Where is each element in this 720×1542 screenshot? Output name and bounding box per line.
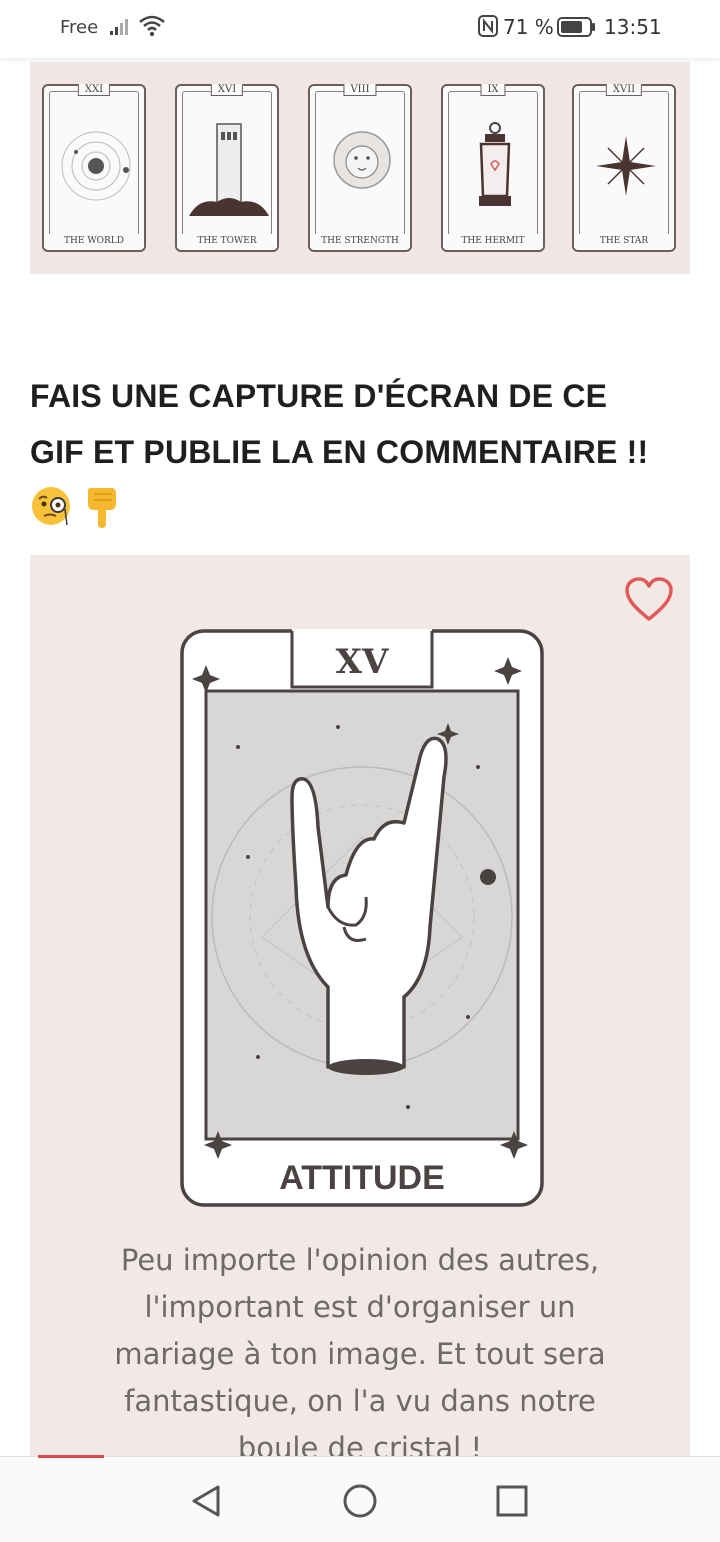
pointing-down-icon <box>82 484 122 533</box>
star-icon <box>596 136 656 196</box>
status-bar: Free 71 % 13:51 <box>0 0 720 58</box>
scroll-accent-bar <box>38 1455 104 1458</box>
tower-icon <box>189 123 269 216</box>
planet-icon <box>61 131 131 201</box>
headline-line-2: GIF ET PUBLIE LA EN COMMENTAIRE !! <box>30 434 649 470</box>
system-nav-bar <box>0 1455 720 1542</box>
lantern-icon <box>479 122 511 206</box>
tarot-card-star: XVII THE STAR <box>572 84 676 252</box>
description-line: fantastique, on l'a vu dans notre <box>124 1384 596 1418</box>
headline: FAIS UNE CAPTURE D'ÉCRAN DE CE GIF ET PU… <box>30 368 690 480</box>
home-icon <box>343 1484 377 1518</box>
card-numeral: XVII <box>605 84 643 96</box>
back-button[interactable] <box>184 1479 228 1523</box>
carrier-label: Free <box>60 17 99 38</box>
card-name: THE HERMIT <box>443 234 543 248</box>
card-title-attitude: ATTITUDE <box>279 1159 445 1197</box>
tarot-card-world: XXI THE WORLD <box>42 84 146 252</box>
headline-line-1: FAIS UNE CAPTURE D'ÉCRAN DE CE <box>30 378 608 414</box>
heart-outline-icon[interactable] <box>624 577 674 628</box>
back-icon <box>192 1485 220 1517</box>
card-numeral: IX <box>480 84 506 96</box>
clock: 13:51 <box>604 15 662 39</box>
signal-icon <box>108 16 134 41</box>
description-line: Peu importe l'opinion des autres, <box>120 1243 600 1277</box>
lion-icon <box>333 131 391 189</box>
card-name: THE WORLD <box>44 234 144 248</box>
card-name: THE STRENGTH <box>310 234 410 248</box>
monocle-face-icon <box>30 485 72 532</box>
card-description: Peu importe l'opinion des autres, l'impo… <box>40 1237 680 1465</box>
card-numeral: XVI <box>210 84 244 96</box>
description-line: mariage à ton image. Et tout sera <box>114 1337 606 1371</box>
tarot-card-hermit: IX THE HERMIT <box>441 84 545 252</box>
card-name: THE STAR <box>574 234 674 248</box>
card-numeral-xv: XV <box>336 642 389 682</box>
battery-icon <box>557 16 597 43</box>
tarot-cards-strip: XXI THE WORLD XVI THE TOWER VIII THE STR… <box>30 62 690 274</box>
tarot-card-strength: VIII THE STRENGTH <box>308 84 412 252</box>
card-numeral: XXI <box>77 84 111 96</box>
recents-icon <box>496 1485 528 1517</box>
home-button[interactable] <box>338 1479 382 1523</box>
tarot-card-tower: XVI THE TOWER <box>175 84 279 252</box>
recents-button[interactable] <box>490 1479 534 1523</box>
emoji-row <box>30 484 128 528</box>
battery-percent: 71 % <box>503 15 554 39</box>
nfc-icon <box>478 14 498 43</box>
description-line: l'important est d'organiser un <box>144 1290 576 1324</box>
card-numeral: VIII <box>343 84 377 96</box>
attitude-tarot-card: XV ATTITUDE <box>180 629 544 1207</box>
wifi-icon <box>138 14 166 43</box>
card-name: THE TOWER <box>177 234 277 248</box>
tarot-post-card: XV ATTITUDE Peu importe l'opinion des au… <box>30 555 690 1465</box>
